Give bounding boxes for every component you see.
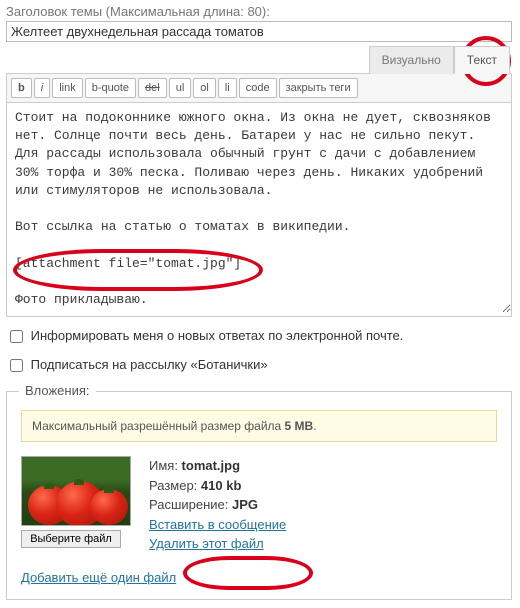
toolbar-bold[interactable]: b — [11, 78, 32, 98]
attachment-row: Выберите файл Имя: tomat.jpg Размер: 410… — [21, 456, 497, 554]
editor: Визуально Текст b i link b-quote del ul … — [6, 46, 512, 317]
title-label: Заголовок темы (Максимальная длина: 80): — [6, 4, 512, 19]
toolbar-blockquote[interactable]: b-quote — [85, 78, 136, 98]
tab-text[interactable]: Текст — [454, 46, 510, 74]
toolbar-ul[interactable]: ul — [169, 78, 192, 98]
toolbar-ol[interactable]: ol — [193, 78, 216, 98]
toolbar-italic[interactable]: i — [34, 78, 50, 98]
notify-label: Информировать меня о новых ответах по эл… — [31, 328, 404, 343]
content-textarea[interactable]: Стоит на подоконнике южного окна. Из окн… — [7, 103, 511, 313]
attachments-legend: Вложения: — [19, 383, 96, 398]
toolbar-close-tags[interactable]: закрыть теги — [279, 78, 358, 98]
choose-file-button[interactable]: Выберите файл — [21, 530, 121, 548]
notify-option[interactable]: Информировать меня о новых ответах по эл… — [6, 328, 403, 343]
attachment-thumbnail — [21, 456, 131, 526]
toolbar-li[interactable]: li — [218, 78, 237, 98]
delete-link[interactable]: Удалить этот файл — [149, 536, 264, 551]
add-more-link[interactable]: Добавить ещё один файл — [21, 570, 176, 585]
subscribe-label: Подписаться на рассылку «Ботанички» — [31, 357, 268, 372]
toolbar-del[interactable]: del — [138, 78, 167, 98]
toolbar-link[interactable]: link — [52, 78, 83, 98]
editor-toolbar: b i link b-quote del ul ol li code закры… — [6, 73, 512, 103]
insert-link[interactable]: Вставить в сообщение — [149, 517, 286, 532]
notify-checkbox[interactable] — [10, 330, 23, 343]
subscribe-option[interactable]: Подписаться на рассылку «Ботанички» — [6, 357, 268, 372]
max-size-note: Максимальный разрешённый размер файла 5 … — [21, 410, 497, 442]
attachments-panel: Вложения: Максимальный разрешённый разме… — [6, 391, 512, 600]
attachment-meta: Имя: tomat.jpg Размер: 410 kb Расширение… — [149, 456, 286, 554]
tab-visual[interactable]: Визуально — [369, 46, 454, 74]
toolbar-code[interactable]: code — [239, 78, 277, 98]
subscribe-checkbox[interactable] — [10, 359, 23, 372]
title-input[interactable] — [6, 21, 512, 42]
